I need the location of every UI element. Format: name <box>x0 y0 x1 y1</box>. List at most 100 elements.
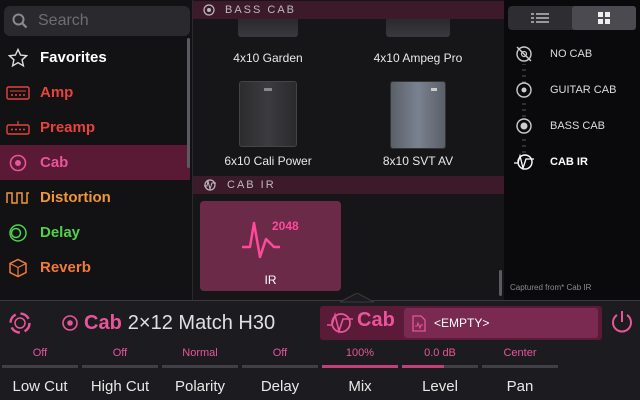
category-label: Distortion <box>40 189 111 206</box>
model-category: Cab <box>84 311 122 334</box>
cab-label: 6x10 Cali Power <box>224 154 312 168</box>
param-bar <box>402 365 478 368</box>
browser-scrollbar[interactable] <box>499 270 502 296</box>
cab-image <box>238 19 298 37</box>
option-guitar-cab[interactable]: GUITAR CAB <box>512 78 616 102</box>
cab-ir-icon <box>203 179 217 191</box>
param-value: Off <box>272 347 288 359</box>
category-label: Cab <box>40 154 69 171</box>
param-level[interactable]: 0.0 dB Level <box>401 342 479 400</box>
param-name: Delay <box>260 378 300 395</box>
param-bar <box>482 365 558 368</box>
cab-label: 4x10 Ampeg Pro <box>373 51 463 65</box>
param-value: 0.0 dB <box>424 347 456 359</box>
speaker-icon <box>0 153 36 173</box>
divider <box>0 300 640 301</box>
section-title: BASS CAB <box>225 4 297 16</box>
cab-ir-icon <box>326 311 354 335</box>
cab-item-6x10-cali-power[interactable]: 6x10 Cali Power <box>193 81 343 168</box>
selection-pointer <box>340 293 374 303</box>
no-cab-icon <box>512 45 536 63</box>
param-bar <box>322 365 398 368</box>
category-favorites[interactable]: Favorites <box>0 40 190 75</box>
cab-type-panel: NO CAB GUITAR CAB BASS CAB CAB IR Captur… <box>504 0 640 300</box>
model-browser: BASS CAB 4x10 Garden 4x10 Ampeg Pro 6x10… <box>193 0 504 300</box>
sidebar-scrollbar[interactable] <box>187 38 190 168</box>
ir-size-label: 2048 <box>272 219 299 233</box>
search-icon <box>12 13 28 29</box>
power-icon[interactable] <box>610 309 634 335</box>
param-name: Polarity <box>174 378 226 395</box>
speaker-icon <box>203 4 215 16</box>
section-header-bass-cab: BASS CAB <box>193 1 504 19</box>
param-mix[interactable]: 100% Mix <box>321 342 399 400</box>
option-label: BASS CAB <box>550 120 606 132</box>
param-pan[interactable]: Center Pan <box>481 342 559 400</box>
cab-ir-icon <box>512 153 536 171</box>
cab-item-8x10-svt-av[interactable]: 8x10 SVT AV <box>343 81 493 168</box>
param-polarity[interactable]: Normal Polarity <box>161 342 239 400</box>
category-reverb[interactable]: Reverb <box>0 250 190 285</box>
model-selector[interactable]: Cab 2×12 Match H30 <box>78 309 275 337</box>
captured-note: Captured from* Cab IR <box>510 283 592 292</box>
option-label: NO CAB <box>550 48 593 60</box>
category-label: Delay <box>40 224 81 241</box>
section-header-cab-ir: CAB IR <box>193 176 504 194</box>
param-name: Low Cut <box>12 378 68 395</box>
option-bass-cab[interactable]: BASS CAB <box>512 114 605 138</box>
category-label: Reverb <box>40 259 91 276</box>
param-value: Off <box>112 347 128 359</box>
file-icon <box>412 315 426 332</box>
cab-item-4x10-ampeg-pro[interactable]: 4x10 Ampeg Pro <box>343 19 493 65</box>
bass-cab-icon <box>512 117 536 135</box>
param-bar <box>162 365 238 368</box>
list-icon <box>531 12 549 24</box>
param-name: Pan <box>506 378 534 395</box>
star-icon <box>0 47 36 68</box>
guitar-cab-icon <box>512 81 536 99</box>
cab-type-label: Cab <box>357 309 395 331</box>
distortion-icon <box>0 190 36 206</box>
option-no-cab[interactable]: NO CAB <box>512 42 592 66</box>
category-label: Preamp <box>40 119 96 136</box>
speaker-icon <box>62 312 78 334</box>
option-label: CAB IR <box>550 156 588 168</box>
search-box[interactable] <box>4 6 190 36</box>
param-value: 100% <box>345 347 375 359</box>
param-low-cut[interactable]: Off Low Cut <box>1 342 79 400</box>
cab-label: 4x10 Garden <box>233 51 303 65</box>
grid-view-button[interactable] <box>572 6 636 30</box>
category-distortion[interactable]: Distortion <box>0 180 190 215</box>
category-preamp[interactable]: Preamp <box>0 110 190 145</box>
preamp-icon <box>0 120 36 135</box>
view-toggle <box>508 6 636 30</box>
ir-tile[interactable]: 2048 IR <box>200 201 341 291</box>
cab-label: 8x10 SVT AV <box>382 154 454 168</box>
delay-icon <box>0 223 36 243</box>
parameter-strip: Off Low Cut Off High Cut Normal Polarity… <box>0 342 640 400</box>
reverb-icon <box>0 258 36 278</box>
ir-label: IR <box>264 273 277 287</box>
option-label: GUITAR CAB <box>550 84 617 96</box>
param-value: Off <box>32 347 48 359</box>
bypass-icon[interactable] <box>8 311 32 335</box>
amp-icon <box>0 85 36 100</box>
param-bar <box>82 365 158 368</box>
param-name: Level <box>422 378 458 395</box>
category-amp[interactable]: Amp <box>0 75 190 110</box>
param-name: High Cut <box>90 378 150 395</box>
list-view-button[interactable] <box>508 6 572 30</box>
cab-image <box>386 19 450 37</box>
param-high-cut[interactable]: Off High Cut <box>81 342 159 400</box>
param-value: Normal <box>182 347 218 359</box>
cab-item-4x10-garden[interactable]: 4x10 Garden <box>193 19 343 65</box>
section-title: CAB IR <box>227 179 276 191</box>
category-cab[interactable]: Cab <box>0 145 190 180</box>
param-value: Center <box>503 347 537 359</box>
category-delay[interactable]: Delay <box>0 215 190 250</box>
option-cab-ir[interactable]: CAB IR <box>512 150 588 174</box>
cab-image <box>239 81 297 147</box>
param-delay[interactable]: Off Delay <box>241 342 319 400</box>
search-input[interactable] <box>38 12 178 30</box>
ir-file-field[interactable]: <EMPTY> <box>404 308 598 338</box>
